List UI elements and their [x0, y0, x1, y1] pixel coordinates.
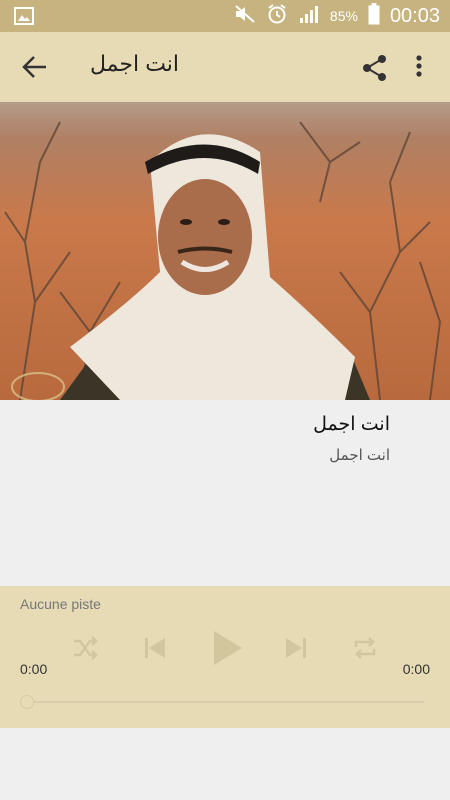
- share-icon[interactable]: [361, 54, 389, 87]
- status-bar: 85% 00:03: [0, 0, 450, 32]
- alarm-icon: [266, 3, 288, 30]
- seek-thumb[interactable]: [20, 695, 34, 709]
- repeat-icon[interactable]: [352, 636, 378, 665]
- play-icon[interactable]: [212, 629, 244, 672]
- total-duration: 0:00: [402, 661, 430, 677]
- elapsed-time: 0:00: [20, 661, 48, 677]
- gallery-icon: [14, 7, 34, 30]
- album-cover-image: [0, 102, 450, 400]
- battery-icon: [368, 2, 380, 30]
- skip-previous-icon[interactable]: [143, 636, 167, 665]
- track-subtitle: انت اجمل: [329, 447, 390, 464]
- app-bar: انت اجمل: [0, 32, 450, 102]
- more-vert-icon[interactable]: [413, 54, 425, 85]
- mute-icon: [234, 4, 256, 29]
- track-title: انت اجمل: [313, 414, 390, 435]
- player-status: Aucune piste: [20, 596, 101, 612]
- player-panel: Aucune piste 0:00 0:00: [0, 586, 450, 728]
- back-arrow-icon[interactable]: [20, 53, 50, 81]
- track-info: انت اجمل انت اجمل: [313, 413, 390, 464]
- battery-percent: 85%: [329, 8, 358, 24]
- seek-bar[interactable]: [26, 701, 424, 703]
- page-title: انت اجمل: [90, 51, 180, 76]
- status-time: 00:03: [389, 4, 440, 27]
- signal-icon: [298, 4, 320, 29]
- skip-next-icon[interactable]: [284, 636, 308, 665]
- shuffle-icon[interactable]: [72, 636, 98, 665]
